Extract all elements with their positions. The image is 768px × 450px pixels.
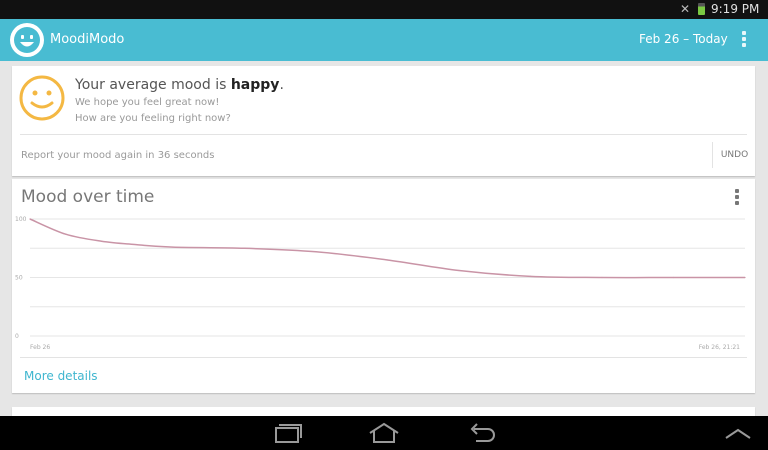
battery-icon [698, 3, 705, 15]
data-point [744, 276, 746, 279]
average-mood-value: happy [230, 77, 280, 93]
data-point [672, 276, 675, 279]
x-tick-label: Feb 26 [30, 344, 50, 351]
mute-icon: ✕ [680, 2, 691, 16]
headline-prefix: Your average mood is [75, 77, 231, 93]
x-tick-label: Feb 26, 21:21 [699, 344, 740, 351]
overflow-menu-icon[interactable] [738, 31, 750, 49]
mood-subtext-2: How are you feeling right now? [75, 113, 231, 124]
data-point [65, 233, 67, 235]
status-bar: ✕ 9:19 PM [0, 0, 768, 19]
average-mood-headline: Your average mood is happy. [75, 77, 284, 93]
data-point [458, 269, 460, 272]
mood-line-chart: 100 50 0 Feb 26 Feb 26, 21:21 [15, 216, 746, 351]
data-point [136, 244, 138, 246]
y-tick-label: 100 [15, 216, 27, 223]
divider [712, 142, 713, 168]
headline-suffix: . [279, 77, 284, 93]
app-logo-icon [10, 23, 44, 57]
data-point [243, 247, 246, 249]
date-range-selector[interactable]: Feb 26 – Today [639, 32, 728, 46]
undo-button[interactable]: UNDO [714, 142, 755, 168]
status-time: 9:19 PM [711, 2, 760, 16]
y-tick-label: 0 [15, 333, 19, 340]
chevron-up-icon[interactable] [718, 421, 758, 445]
mood-summary-card: Your average mood is happy. We hope you … [12, 66, 755, 176]
more-details-link[interactable]: More details [24, 369, 98, 383]
report-countdown-text: Report your mood again in 36 seconds [21, 150, 215, 161]
data-point [172, 246, 174, 248]
data-point [601, 276, 603, 279]
data-point [100, 240, 103, 242]
system-nav-bar [0, 416, 768, 450]
home-icon[interactable] [364, 421, 404, 445]
mood-subtext-1: We hope you feel great now! [75, 97, 220, 108]
data-point [29, 218, 31, 220]
happy-smiley-icon [19, 75, 65, 121]
data-point [529, 275, 532, 277]
recent-apps-icon[interactable] [267, 421, 307, 445]
app-bar: MoodiModo Feb 26 – Today [0, 19, 768, 61]
back-icon[interactable] [462, 421, 502, 445]
data-point [386, 259, 389, 261]
data-point [315, 251, 317, 253]
mood-chart-card: Mood over time 100 50 0 Feb 26 Feb 26, 21:21… [12, 179, 755, 393]
divider [20, 357, 747, 358]
y-tick-label: 50 [15, 275, 23, 282]
divider [20, 134, 747, 135]
app-title: MoodiModo [50, 32, 125, 47]
